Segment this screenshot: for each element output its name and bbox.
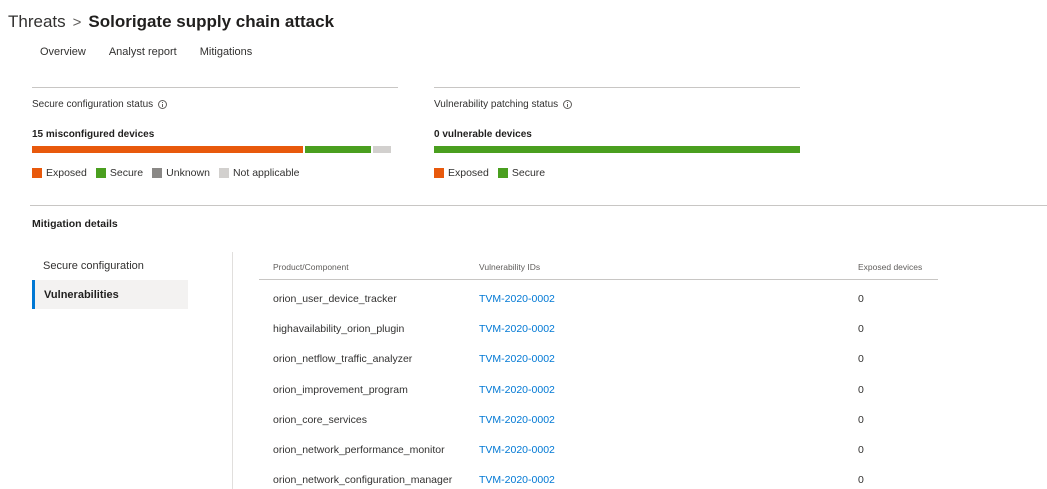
product-name: orion_improvement_program (273, 383, 408, 396)
product-name: orion_user_device_tracker (273, 293, 397, 305)
exposed-swatch (434, 168, 444, 178)
vulnerable-count: 0 vulnerable devices (434, 129, 532, 140)
legend-exposed: Exposed (32, 167, 87, 179)
exposed-devices-count: 0 (858, 474, 864, 487)
secure-config-legend: Exposed Secure Unknown Not applicable (32, 167, 308, 179)
vuln-patching-legend: Exposed Secure (434, 167, 554, 179)
secure-swatch (95, 168, 106, 178)
exposed-devices-count: 0 (858, 353, 864, 366)
table-row[interactable]: orion_network_performance_monitor TVM-202… (259, 433, 938, 463)
table-row[interactable]: orion_improvement_program TVM-2020-0002 0 (259, 373, 938, 403)
table-row[interactable]: orion_netflow_traffic_analyzer TVM-2020-0… (259, 342, 938, 372)
exposed-devices-count: 0 (858, 444, 864, 456)
table-row[interactable]: orion_network_configuration_manager TVM-2… (259, 463, 938, 489)
secure-segment (304, 146, 371, 153)
tab-mitigations[interactable]: Mitigations (200, 46, 253, 58)
table-header-divider (259, 279, 938, 280)
tab-analyst-report[interactable]: Analyst report (109, 46, 177, 58)
vulnerability-id-link[interactable]: TVM-2020-0002 (479, 353, 555, 365)
product-name: highavailability_orion_plugin (273, 323, 405, 336)
legend-secure: Secure (95, 167, 143, 179)
section-divider (30, 205, 1047, 206)
vuln-patching-status-bar (434, 146, 800, 153)
nav-vulnerabilities[interactable]: Vulnerabilities (32, 280, 188, 309)
page-title: Solorigate supply chain attack (88, 12, 335, 31)
secure-config-title: Secure configuration status (32, 99, 168, 110)
product-name: orion_network_configuration_manager (273, 474, 453, 487)
table-row[interactable]: orion_core_services TVM-2020-0002 0 (259, 403, 938, 433)
breadcrumb: Threats > Solorigate supply chain attack (8, 12, 334, 32)
tab-bar: Overview Analyst report Mitigations (40, 46, 252, 58)
table-row[interactable]: highavailability_orion_plugin TVM-2020-00… (259, 312, 938, 342)
vulnerability-id-link[interactable]: TVM-2020-0002 (479, 474, 555, 486)
legend-exposed: Exposed (434, 167, 489, 179)
mitigation-details-title: Mitigation details (32, 218, 118, 230)
secure-config-status-bar (32, 146, 398, 153)
card-divider (434, 87, 800, 88)
column-header-exposed-devices[interactable]: Exposed devices (858, 262, 922, 272)
exposed-devices-count: 0 (858, 413, 864, 426)
not-applicable-segment (372, 146, 391, 153)
secure-swatch (497, 168, 508, 178)
product-name: orion_network_performance_monitor (273, 444, 445, 456)
exposed-segment (32, 146, 303, 153)
vertical-divider (232, 252, 233, 489)
secure-segment (434, 146, 800, 153)
legend-unknown: Unknown (152, 167, 210, 179)
vulnerability-id-link[interactable]: TVM-2020-0002 (479, 323, 555, 335)
legend-not-applicable: Not applicable (218, 167, 299, 179)
exposed-devices-count: 0 (858, 323, 864, 336)
vuln-patching-title: Vulnerability patching status (434, 99, 573, 110)
info-icon[interactable] (563, 100, 573, 109)
exposed-devices-count: 0 (858, 383, 864, 396)
vulnerability-id-link[interactable]: TVM-2020-0002 (479, 444, 555, 456)
product-name: orion_netflow_traffic_analyzer (273, 353, 413, 366)
card-divider (32, 87, 398, 88)
misconfigured-count: 15 misconfigured devices (32, 129, 155, 140)
info-icon[interactable] (158, 100, 168, 109)
tab-overview[interactable]: Overview (40, 46, 86, 58)
column-header-vulnerability-ids[interactable]: Vulnerability IDs (479, 262, 540, 272)
nav-secure-configuration[interactable]: Secure configuration (32, 251, 188, 280)
vulnerability-id-link[interactable]: TVM-2020-0002 (479, 384, 555, 396)
exposed-swatch (32, 168, 42, 178)
breadcrumb-threats-link[interactable]: Threats (8, 12, 66, 32)
unknown-swatch (152, 168, 163, 178)
exposed-devices-count: 0 (858, 293, 864, 305)
vulnerability-id-link[interactable]: TVM-2020-0002 (479, 293, 555, 305)
legend-secure: Secure (497, 167, 545, 179)
product-name: orion_core_services (273, 413, 367, 426)
table-row[interactable]: orion_user_device_tracker TVM-2020-0002 0 (259, 282, 938, 312)
not-applicable-swatch (218, 168, 229, 178)
vulnerability-id-link[interactable]: TVM-2020-0002 (479, 414, 555, 426)
column-header-product[interactable]: Product/Component (273, 262, 349, 272)
chevron-right-icon: > (72, 13, 82, 31)
